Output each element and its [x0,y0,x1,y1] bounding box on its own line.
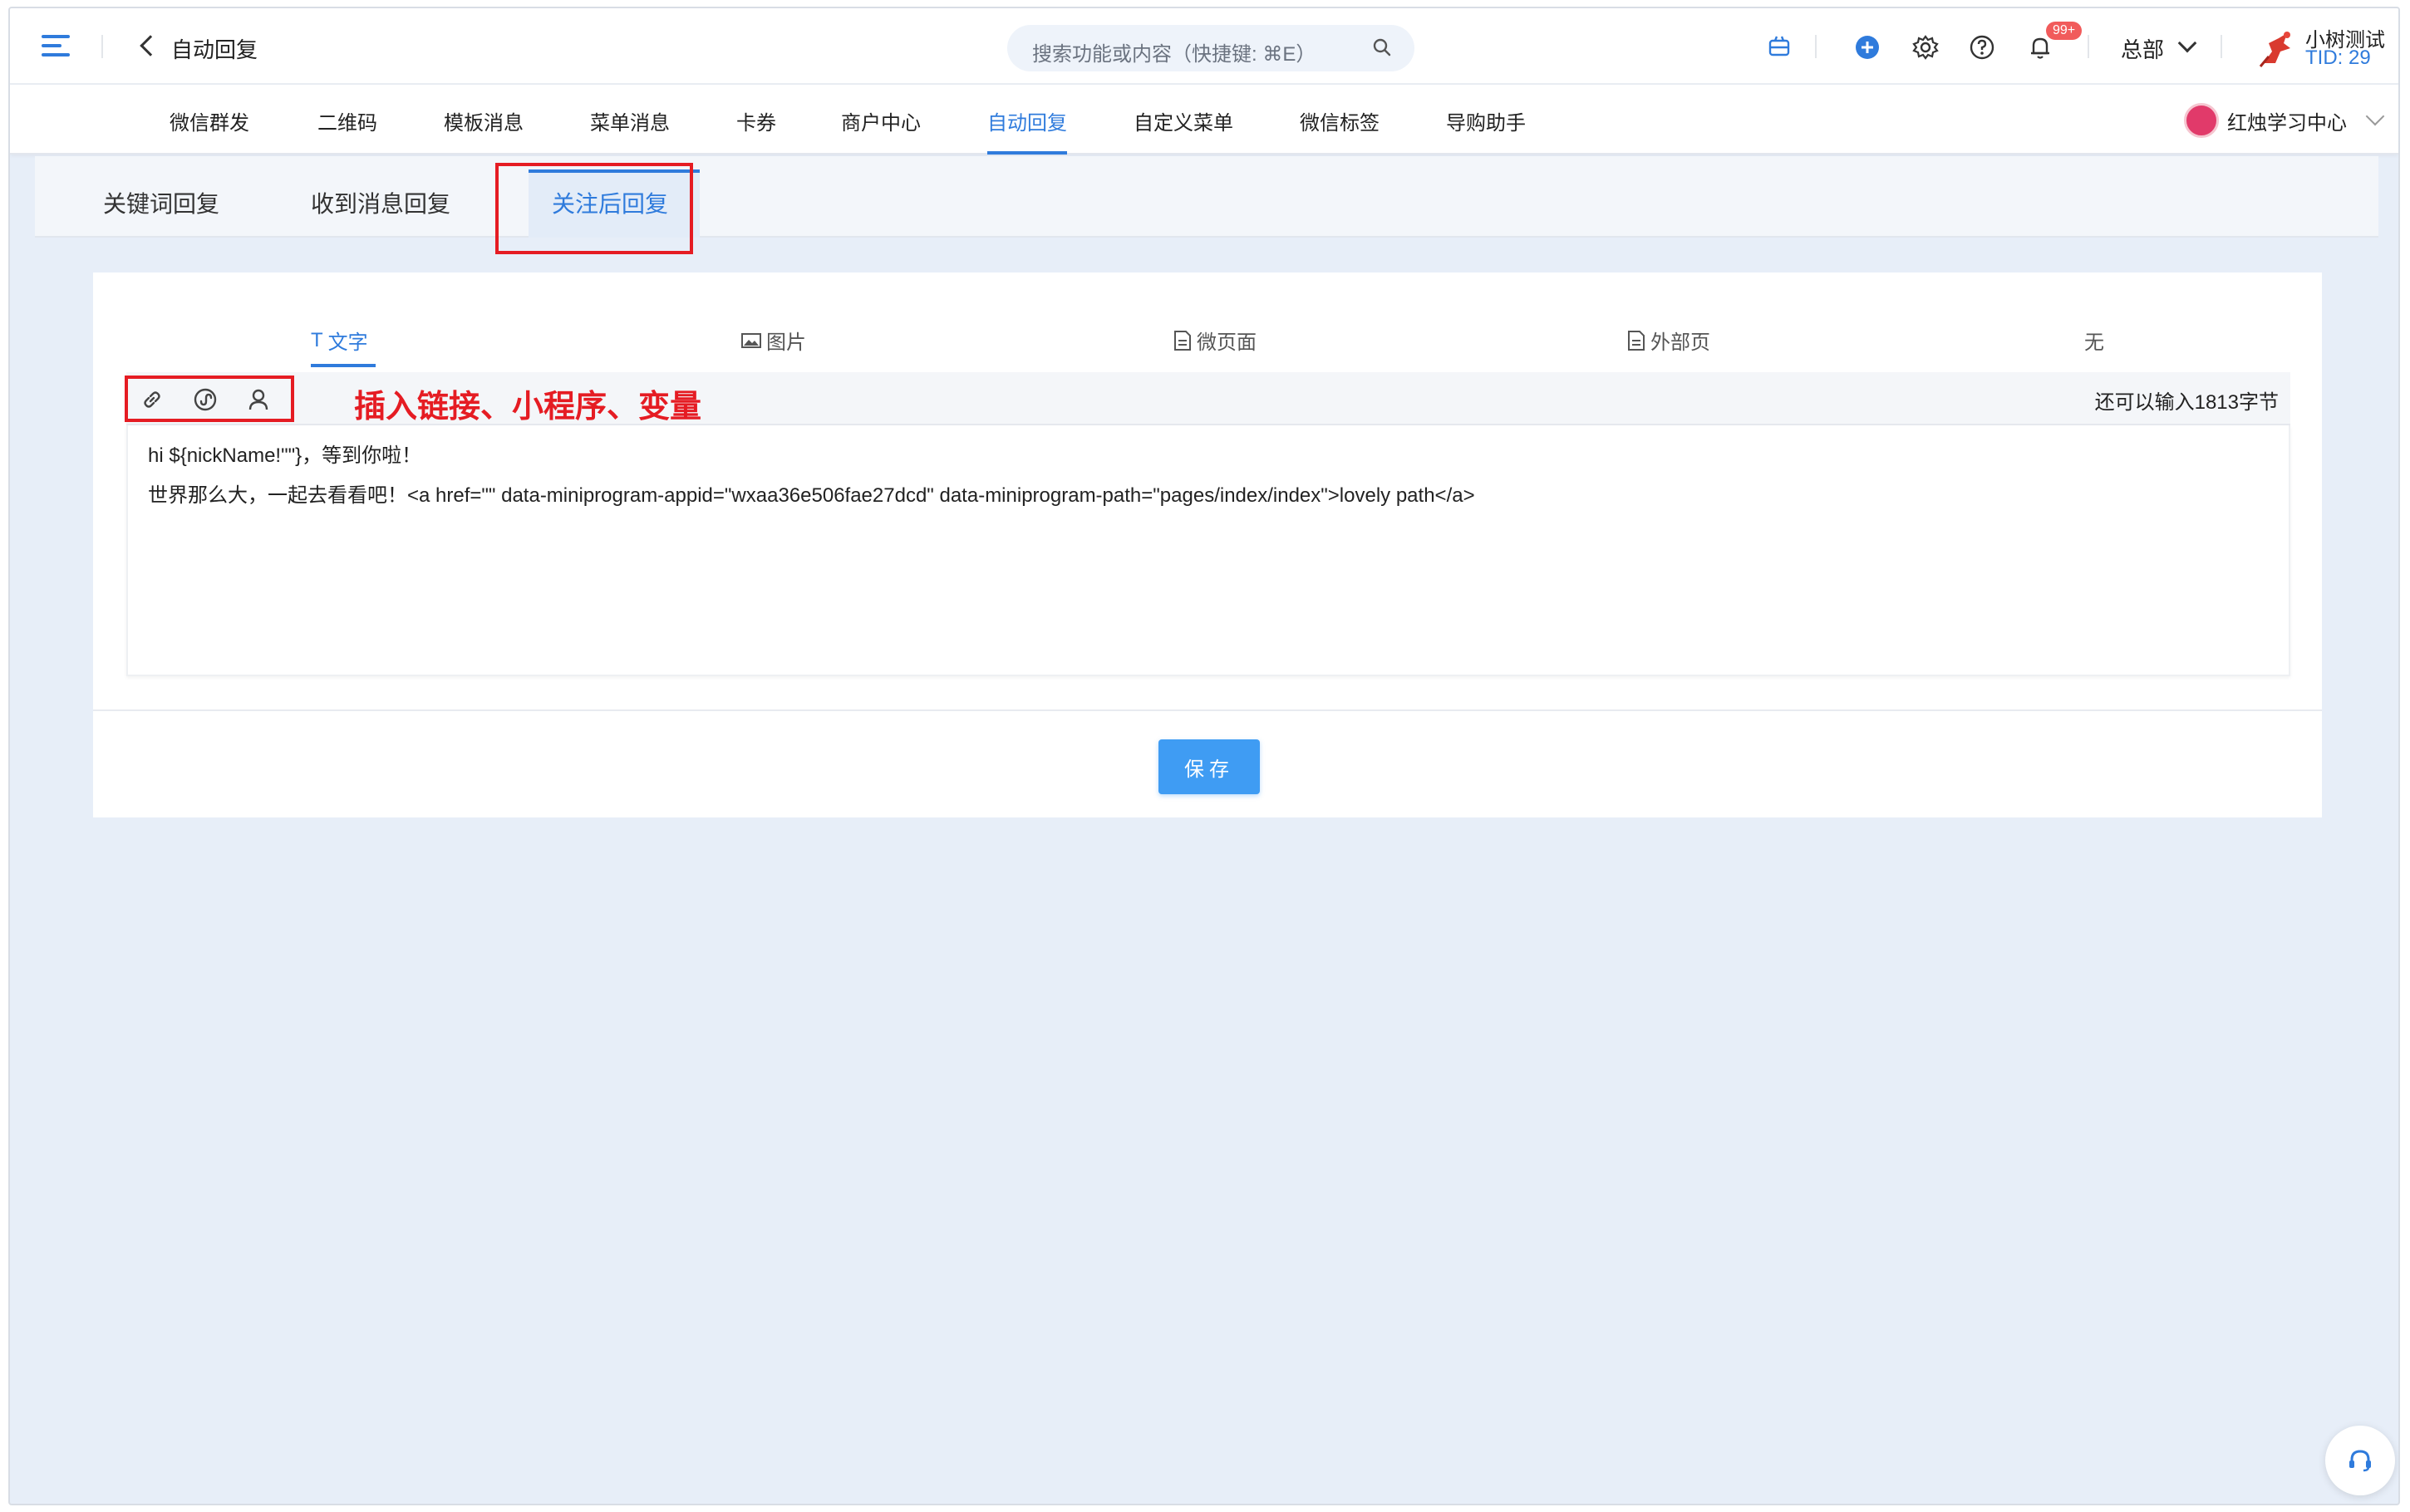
nav-item-qrcode[interactable]: 二维码 [317,106,377,135]
avatar[interactable] [2254,27,2299,71]
divider [2088,35,2089,58]
nav-active-indicator [987,151,1067,155]
nav-item-coupon[interactable]: 卡券 [736,106,776,135]
tab-external-page-label: 外部页 [1650,331,1710,354]
customer-support-button[interactable] [2325,1426,2395,1495]
nav-item-merchant-center[interactable]: 商户中心 [841,106,921,135]
annotation-text: 插入链接、小程序、变量 [354,390,702,425]
editor-line: 世界那么大，一起去看看吧！<a href="" data-miniprogram… [148,484,1475,507]
shop-logo [2184,103,2219,138]
reply-editor-card: T 文字 图片 微页面 外部页 无 插入链接、小程序、变量 还可以输入1813字… [93,272,2322,817]
tab-image[interactable]: 图片 [741,326,806,355]
shop-selector[interactable]: 红烛学习中心 [2227,106,2347,135]
image-icon [741,332,761,348]
text-icon: T [311,328,323,351]
tab-image-label: 图片 [766,331,806,354]
tab-message-reply[interactable]: 收到消息回复 [311,186,450,219]
chevron-down-icon[interactable] [2177,33,2197,53]
highlight-box [495,163,693,254]
nav-item-custom-menu[interactable]: 自定义菜单 [1134,106,1233,135]
char-counter: 还可以输入1813字节 [2094,391,2279,414]
store-icon[interactable] [1765,33,1793,61]
tab-text-label: 文字 [327,331,368,354]
divider [93,709,2322,711]
divider [101,35,103,58]
help-icon[interactable] [1968,33,1996,61]
nav-item-mass-send[interactable]: 微信群发 [170,106,249,135]
nav-item-menu-message[interactable]: 菜单消息 [590,106,670,135]
tab-micro-page[interactable]: 微页面 [1173,326,1257,355]
tab-keyword-reply[interactable]: 关键词回复 [103,186,219,219]
top-bar: 自动回复 搜索功能或内容（快捷键: ⌘E） 99+ 总部 小树测试 TID: 2… [10,8,2398,85]
nav-item-shopping-guide[interactable]: 导购助手 [1446,106,1526,135]
tenant-id: TID: 29 [2305,47,2371,69]
nav-item-auto-reply[interactable]: 自动回复 [987,106,1067,135]
content-tab-indicator [311,364,376,367]
add-icon[interactable] [1853,33,1881,61]
main-nav: 微信群发 二维码 模板消息 菜单消息 卡券 商户中心 自动回复 自定义菜单 微信… [10,85,2398,155]
search-input[interactable]: 搜索功能或内容（快捷键: ⌘E） [1007,25,1414,71]
nav-item-wechat-tags[interactable]: 微信标签 [1300,106,1380,135]
chevron-down-icon[interactable] [2365,106,2385,126]
reply-text-editor[interactable]: hi ${nickName!""}，等到你啦！ 世界那么大，一起去看看吧！<a … [126,425,2290,676]
page-title: 自动回复 [171,37,258,62]
divider [1815,35,1817,58]
divider [2221,35,2222,58]
document-icon [1628,330,1645,351]
save-button[interactable]: 保存 [1158,739,1260,794]
tab-none-label: 无 [2084,331,2104,354]
tab-none[interactable]: 无 [2084,326,2104,355]
nav-item-template-message[interactable]: 模板消息 [444,106,524,135]
search-placeholder: 搜索功能或内容（快捷键: ⌘E） [1032,43,1316,66]
tab-micro-page-label: 微页面 [1197,331,1257,354]
tab-external-page[interactable]: 外部页 [1627,326,1710,355]
search-icon[interactable] [1373,38,1391,56]
app-window: 自动回复 搜索功能或内容（快捷键: ⌘E） 99+ 总部 小树测试 TID: 2… [8,7,2400,1505]
gear-icon[interactable] [1911,33,1940,61]
menu-icon[interactable] [42,33,70,58]
org-selector[interactable]: 总部 [2121,33,2164,64]
highlight-box [125,376,294,422]
back-icon[interactable] [140,35,161,56]
notification-badge: 99+ [2046,22,2083,40]
page-icon [1174,330,1191,351]
editor-line: hi ${nickName!""}，等到你啦！ [148,444,422,467]
reply-type-tabs: 关键词回复 收到消息回复 关注后回复 [35,156,2378,254]
editor-toolbar: 插入链接、小程序、变量 还可以输入1813字节 [125,372,2290,425]
headset-icon [2349,1450,2371,1472]
tab-text[interactable]: T 文字 [311,326,368,355]
